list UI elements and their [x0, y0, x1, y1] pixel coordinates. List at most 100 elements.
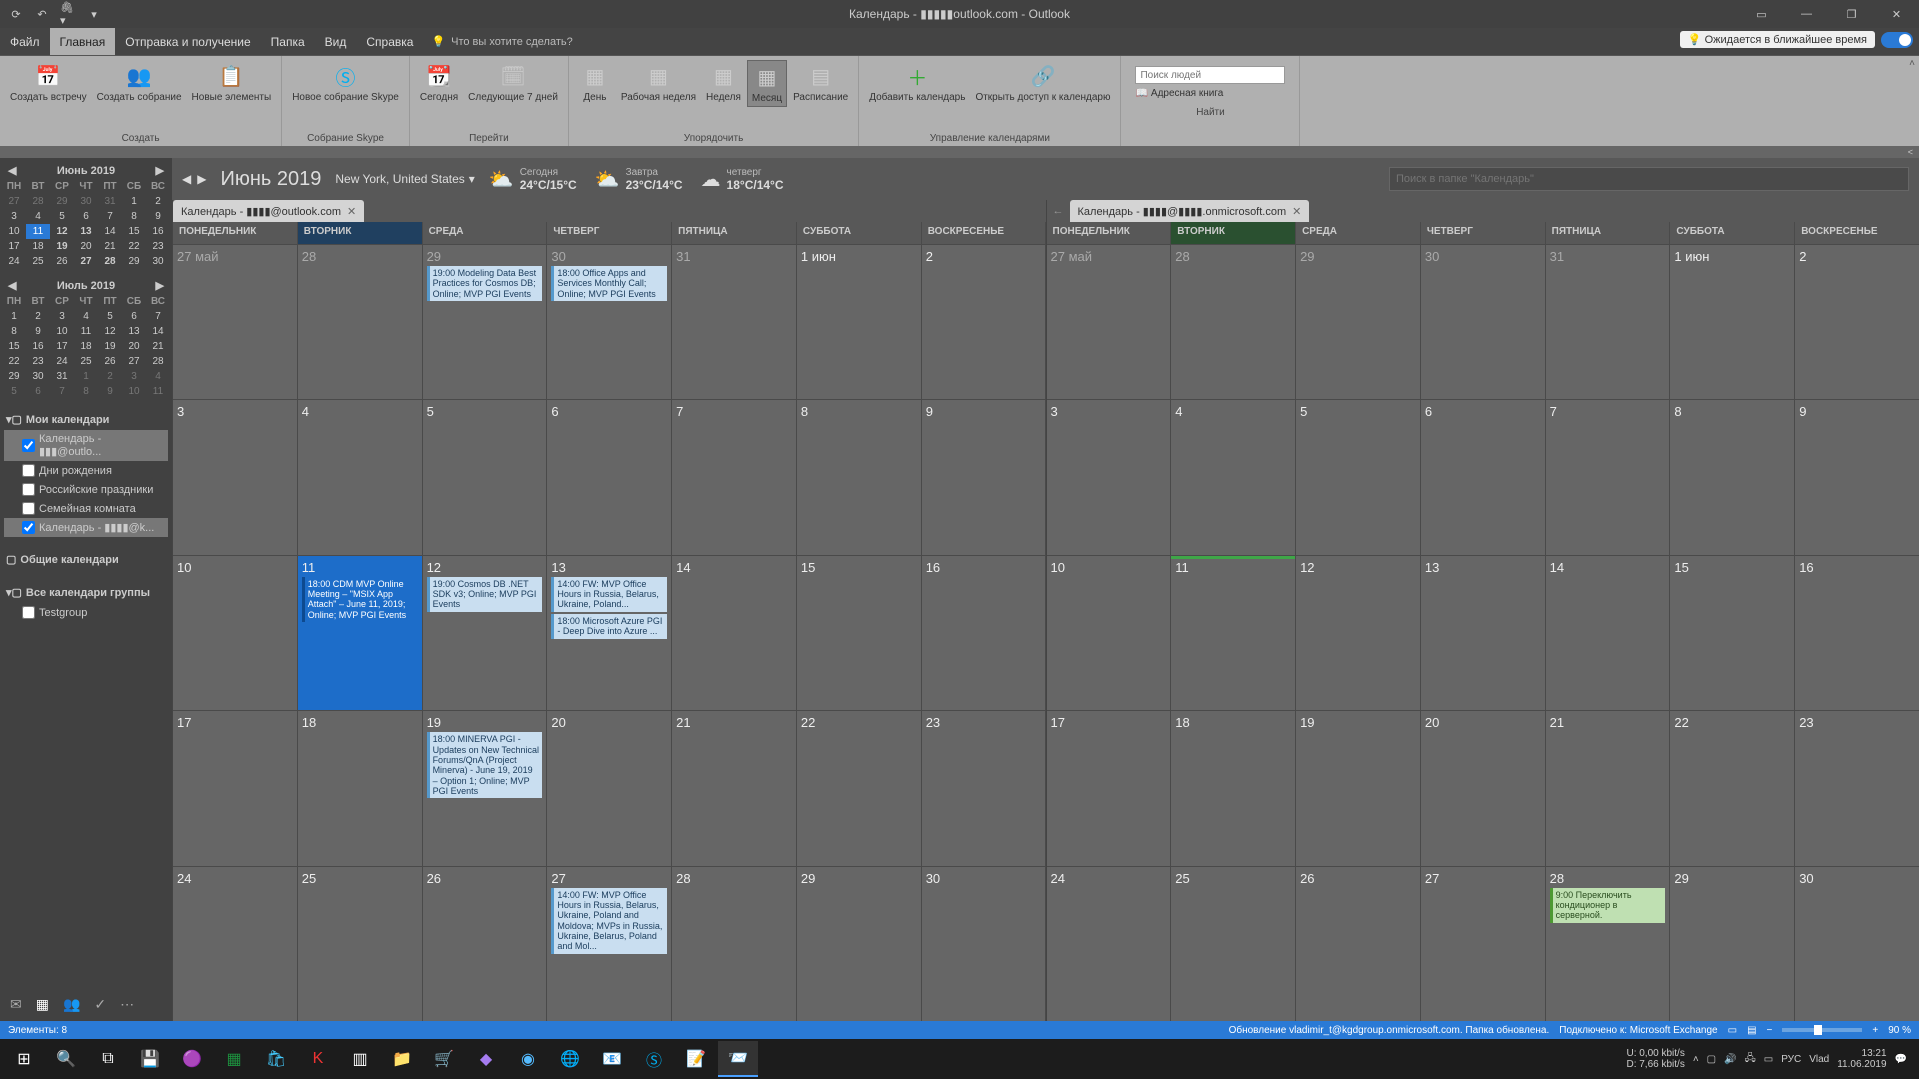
day-cell[interactable]: 6: [1421, 400, 1545, 554]
mini-day[interactable]: 29: [122, 254, 146, 269]
skype-meeting-button[interactable]: ⓈНовое собрание Skype: [288, 60, 403, 105]
sync-icon[interactable]: ⟳: [8, 6, 24, 22]
taskview-icon[interactable]: ⧉: [88, 1041, 128, 1077]
day-cell[interactable]: 23: [922, 711, 1046, 865]
calendar-checkbox[interactable]: Testgroup: [4, 603, 168, 622]
tray-volume-icon[interactable]: 🔊: [1724, 1054, 1736, 1065]
tray-cast-icon[interactable]: ▢: [1707, 1054, 1716, 1065]
mini-day[interactable]: 30: [146, 254, 170, 269]
notes-icon[interactable]: 📝: [676, 1041, 716, 1077]
day-cell[interactable]: 27: [1421, 867, 1545, 1021]
day-cell[interactable]: 14: [1546, 556, 1670, 710]
new-appointment-button[interactable]: 📅Создать встречу: [6, 60, 91, 105]
tell-me-input[interactable]: 💡Что вы хотите сделать?: [431, 28, 572, 55]
day-cell[interactable]: 28: [672, 867, 796, 1021]
day-cell[interactable]: 16: [1795, 556, 1919, 710]
next-month-icon[interactable]: ▶: [197, 172, 206, 186]
mini-day[interactable]: 7: [50, 384, 74, 399]
vs-icon[interactable]: ◆: [466, 1041, 506, 1077]
mini-day[interactable]: 3: [50, 309, 74, 324]
calendar-event[interactable]: 18:00 Microsoft Azure PGI - Deep Dive in…: [551, 614, 667, 639]
add-calendar-button[interactable]: ＋Добавить календарь: [865, 60, 969, 105]
day-cell[interactable]: 25: [1171, 867, 1295, 1021]
close-tab-icon[interactable]: ✕: [347, 205, 356, 218]
mini-day[interactable]: 18: [26, 239, 50, 254]
tab-nav-left-icon[interactable]: ←: [1047, 200, 1070, 222]
app2-icon[interactable]: ▥: [340, 1041, 380, 1077]
day-cell[interactable]: 13: [1421, 556, 1545, 710]
excel-icon[interactable]: ▦: [214, 1041, 254, 1077]
mini-day[interactable]: 8: [122, 209, 146, 224]
store-icon[interactable]: 🛍: [256, 1041, 296, 1077]
weather-day[interactable]: ☁четверг18°C/14°C: [701, 167, 784, 192]
mini-day[interactable]: 27: [122, 354, 146, 369]
mini-day[interactable]: 11: [146, 384, 170, 399]
zoom-out-icon[interactable]: −: [1767, 1025, 1773, 1036]
mini-day[interactable]: 2: [26, 309, 50, 324]
mini-day[interactable]: 19: [98, 339, 122, 354]
mini-day[interactable]: 23: [146, 239, 170, 254]
minimize-icon[interactable]: —: [1784, 0, 1829, 28]
outlook-icon[interactable]: 📨: [718, 1041, 758, 1077]
menu-tab[interactable]: Справка: [356, 28, 423, 55]
mini-day[interactable]: 4: [26, 209, 50, 224]
day-cell[interactable]: 10: [1047, 556, 1171, 710]
day-cell[interactable]: 21: [1546, 711, 1670, 865]
calendar-event[interactable]: 19:00 Modeling Data Best Practices for C…: [427, 266, 543, 301]
sidebar-collapse-icon[interactable]: <: [1908, 147, 1913, 157]
calendar-checkbox[interactable]: Календарь - ▮▮▮▮@k...: [4, 518, 168, 537]
mini-day[interactable]: 2: [98, 369, 122, 384]
mini-day[interactable]: 5: [98, 309, 122, 324]
day-cell[interactable]: 9: [1795, 400, 1919, 554]
schedule-view-button[interactable]: ▤Расписание: [789, 60, 852, 105]
day-cell[interactable]: 7: [1546, 400, 1670, 554]
mini-cal-title[interactable]: Июнь 2019: [57, 165, 115, 177]
day-cell[interactable]: 14: [672, 556, 796, 710]
mini-day[interactable]: 22: [2, 354, 26, 369]
day-cell[interactable]: 8: [1670, 400, 1794, 554]
mini-day[interactable]: 28: [98, 254, 122, 269]
mini-day[interactable]: 10: [122, 384, 146, 399]
weather-day[interactable]: ⛅Сегодня24°C/15°C: [489, 167, 577, 192]
address-book-button[interactable]: 📖Адресная книга: [1135, 88, 1285, 99]
mini-cal-title[interactable]: Июль 2019: [57, 280, 115, 292]
day-cell[interactable]: 1 июн: [1670, 245, 1794, 399]
mini-day[interactable]: 2: [146, 194, 170, 209]
mini-day[interactable]: 19: [50, 239, 74, 254]
mini-day[interactable]: 7: [146, 309, 170, 324]
menu-tab[interactable]: Отправка и получение: [115, 28, 260, 55]
mini-day[interactable]: 25: [74, 354, 98, 369]
calendar-event[interactable]: 14:00 FW: MVP Office Hours in Russia, Be…: [551, 888, 667, 954]
menu-tab[interactable]: Папка: [261, 28, 315, 55]
mini-day[interactable]: 20: [74, 239, 98, 254]
workweek-view-button[interactable]: ▦Рабочая неделя: [617, 60, 700, 105]
day-cell[interactable]: 8: [797, 400, 921, 554]
calendar-event[interactable]: 18:00 Office Apps and Services Monthly C…: [551, 266, 667, 301]
weather-day[interactable]: ⛅Завтра23°C/14°C: [595, 167, 683, 192]
day-cell[interactable]: 4: [298, 400, 422, 554]
app4-icon[interactable]: ◉: [508, 1041, 548, 1077]
app3-icon[interactable]: 🛒: [424, 1041, 464, 1077]
day-cell[interactable]: 2714:00 FW: MVP Office Hours in Russia, …: [547, 867, 671, 1021]
tray-time[interactable]: 13:21: [1862, 1048, 1887, 1059]
day-cell[interactable]: 3018:00 Office Apps and Services Monthly…: [547, 245, 671, 399]
day-cell[interactable]: 22: [797, 711, 921, 865]
day-cell[interactable]: 30: [922, 867, 1046, 1021]
close-tab-icon[interactable]: ✕: [1292, 205, 1301, 218]
start-button[interactable]: ⊞: [4, 1041, 44, 1077]
mini-next-icon[interactable]: ▶: [156, 164, 164, 177]
day-cell[interactable]: 3: [1047, 400, 1171, 554]
mini-day[interactable]: 4: [146, 369, 170, 384]
calendar-tab-2[interactable]: Календарь - ▮▮▮▮@▮▮▮▮.onmicrosoft.com✕: [1070, 200, 1310, 222]
mini-prev-icon[interactable]: ◀: [8, 279, 16, 292]
day-cell[interactable]: 16: [922, 556, 1046, 710]
day-cell[interactable]: 5: [423, 400, 547, 554]
mini-day[interactable]: 31: [50, 369, 74, 384]
day-cell[interactable]: 21: [672, 711, 796, 865]
prev-month-icon[interactable]: ◀: [182, 172, 191, 186]
calendar-event[interactable]: 19:00 Cosmos DB .NET SDK v3; Online; MVP…: [427, 577, 543, 612]
skype-icon[interactable]: Ⓢ: [634, 1041, 674, 1077]
explorer-icon[interactable]: 📁: [382, 1041, 422, 1077]
nav-people-icon[interactable]: 👥: [63, 996, 80, 1013]
calendar-checkbox[interactable]: Дни рождения: [4, 461, 168, 480]
